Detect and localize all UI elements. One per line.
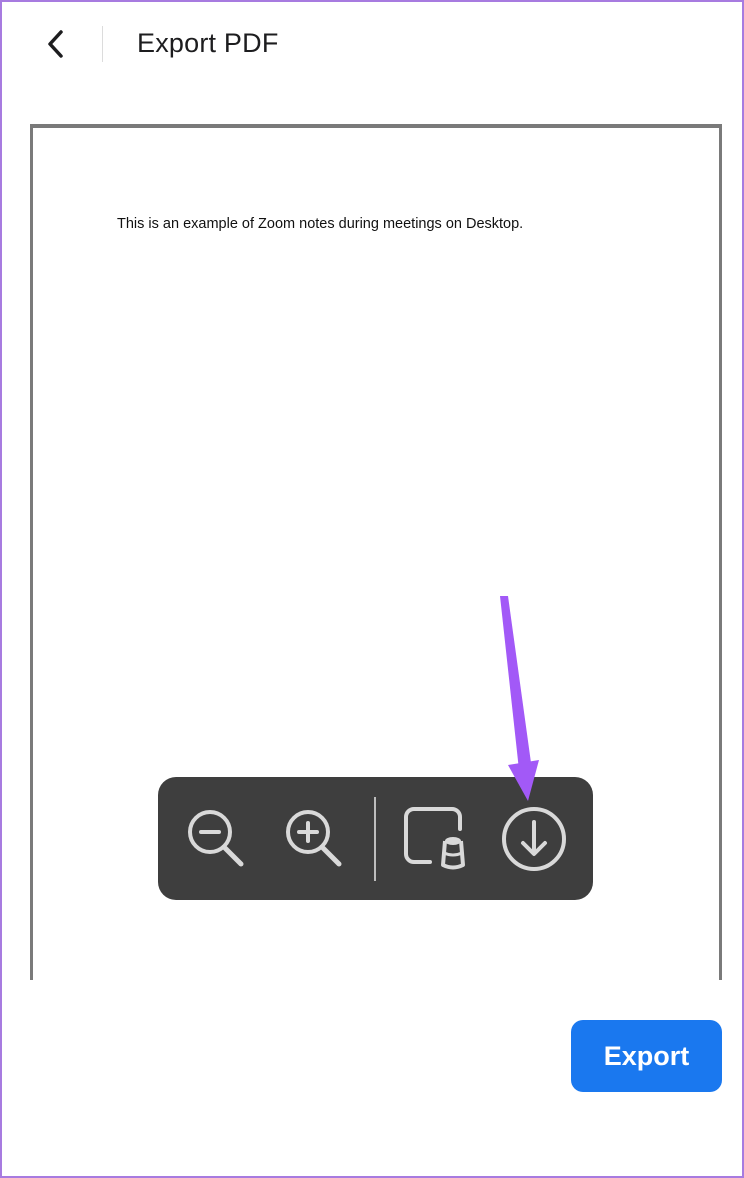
zoom-out-icon [188,810,244,867]
header-divider [102,26,103,62]
zoom-in-button[interactable] [278,803,350,875]
download-icon [502,807,566,871]
markup-button[interactable] [400,803,472,875]
back-button[interactable] [36,24,76,64]
toolbar-separator [374,797,376,881]
markup-icon [404,807,465,870]
zoom-out-button[interactable] [180,803,252,875]
page-title: Export PDF [137,28,279,58]
preview-toolbar [158,777,593,900]
document-text: This is an example of Zoom notes during … [117,216,524,232]
download-button[interactable] [498,803,570,875]
chevron-left-icon [48,30,63,58]
export-button[interactable]: Export [571,1020,722,1092]
zoom-in-icon [286,810,342,867]
